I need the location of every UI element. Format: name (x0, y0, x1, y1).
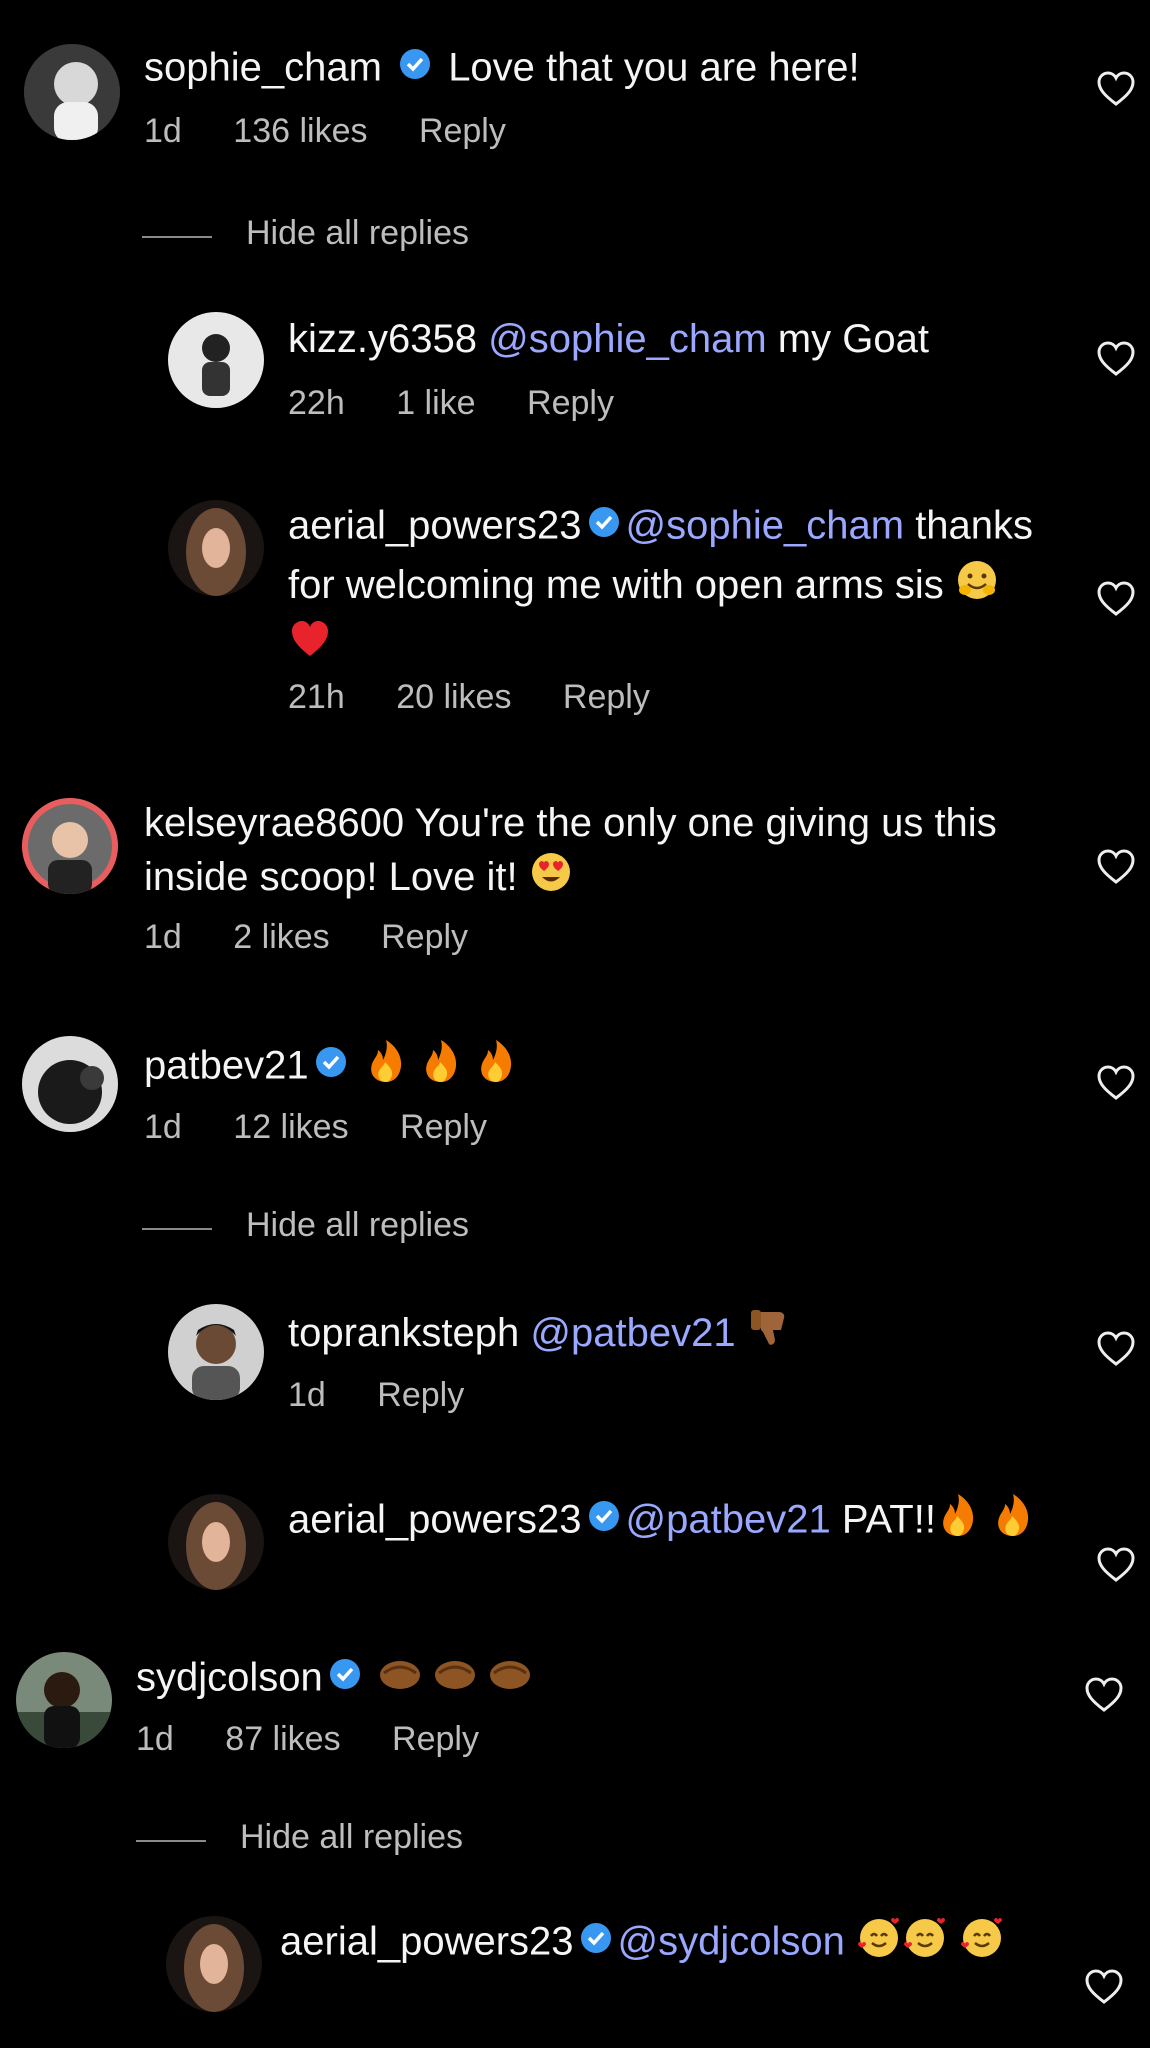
like-count[interactable]: 12 likes (233, 1108, 348, 1146)
timestamp: 1d (144, 1108, 182, 1146)
smiling-face-with-hearts-emoji-icon (856, 1914, 902, 1974)
heart-icon[interactable] (1096, 580, 1136, 620)
verified-badge-icon (315, 1038, 347, 1092)
like-count[interactable]: 136 likes (233, 112, 367, 150)
like-count[interactable]: 20 likes (396, 678, 511, 716)
avatar[interactable] (24, 44, 120, 140)
mention-link[interactable]: @sophie_cham (626, 504, 905, 548)
reply-button[interactable]: Reply (563, 678, 650, 716)
reply-button[interactable]: Reply (419, 112, 506, 150)
reply-button[interactable]: Reply (377, 1376, 464, 1414)
fire-emoji-icon (936, 1492, 980, 1552)
avatar[interactable] (22, 1036, 118, 1132)
heart-eyes-emoji-icon (529, 850, 573, 908)
timestamp: 22h (288, 384, 345, 422)
avatar[interactable] (168, 1494, 264, 1590)
verified-badge-icon (580, 1914, 612, 1968)
verified-badge-icon (588, 498, 620, 552)
username[interactable]: sydjcolson (136, 1656, 323, 1700)
comment-text: my Goat (777, 317, 929, 361)
avatar[interactable] (16, 1652, 112, 1748)
reply-button[interactable]: Reply (381, 918, 468, 956)
clapping-hands-emoji-icon (378, 1653, 422, 1707)
avatar[interactable] (168, 1304, 264, 1400)
fire-emoji-icon (474, 1038, 518, 1098)
reply-button[interactable]: Reply (527, 384, 614, 422)
red-heart-emoji-icon (288, 617, 332, 675)
avatar[interactable] (168, 500, 264, 596)
timestamp: 1d (144, 112, 182, 150)
verified-badge-icon (399, 40, 431, 94)
username[interactable]: topranksteph (288, 1311, 519, 1355)
timestamp: 1d (288, 1376, 326, 1414)
heart-icon[interactable] (1096, 1330, 1136, 1370)
fire-emoji-icon (991, 1492, 1035, 1552)
comment-text: PAT!! (841, 1497, 936, 1542)
username[interactable]: aerial_powers23 (288, 1498, 582, 1542)
divider (136, 1840, 206, 1842)
timestamp: 21h (288, 678, 345, 716)
fire-emoji-icon (419, 1038, 463, 1098)
hide-replies-button[interactable]: Hide all replies (246, 1206, 469, 1245)
username[interactable]: kelseyrae8600 (144, 801, 404, 845)
mention-link[interactable]: @patbev21 (530, 1311, 735, 1355)
mention-link[interactable]: @sydjcolson (618, 1920, 845, 1964)
verified-badge-icon (329, 1650, 361, 1704)
divider (142, 236, 212, 238)
username[interactable]: patbev21 (144, 1044, 309, 1088)
like-count[interactable]: 2 likes (233, 918, 329, 956)
heart-icon[interactable] (1096, 1546, 1136, 1586)
like-count[interactable]: 1 like (396, 384, 475, 422)
smiling-face-with-hearts-emoji-icon (959, 1914, 1005, 1974)
username[interactable]: aerial_powers23 (280, 1920, 574, 1964)
username[interactable]: sophie_cham (144, 46, 382, 90)
clapping-hands-emoji-icon (488, 1653, 532, 1707)
heart-icon[interactable] (1096, 70, 1136, 110)
comment-text: Love that you are here! (448, 45, 860, 90)
hide-replies-button[interactable]: Hide all replies (240, 1818, 463, 1857)
timestamp: 1d (144, 918, 182, 956)
avatar[interactable] (22, 798, 118, 894)
thumbs-down-emoji-icon (747, 1306, 791, 1364)
avatar[interactable] (168, 312, 264, 408)
username[interactable]: kizz.y6358 (288, 317, 477, 361)
heart-icon[interactable] (1084, 1968, 1124, 2008)
username[interactable]: aerial_powers23 (288, 504, 582, 548)
avatar[interactable] (166, 1916, 262, 2012)
clapping-hands-emoji-icon (433, 1653, 477, 1707)
divider (142, 1228, 212, 1230)
hugging-face-emoji-icon (955, 558, 999, 616)
heart-icon[interactable] (1096, 848, 1136, 888)
heart-icon[interactable] (1096, 1064, 1136, 1104)
smiling-face-with-hearts-emoji-icon (902, 1914, 948, 1974)
heart-icon[interactable] (1096, 340, 1136, 380)
fire-emoji-icon (364, 1038, 408, 1098)
like-count[interactable]: 87 likes (225, 1720, 340, 1758)
heart-icon[interactable] (1084, 1676, 1124, 1716)
timestamp: 1d (136, 1720, 174, 1758)
reply-button[interactable]: Reply (392, 1720, 479, 1758)
mention-link[interactable]: @sophie_cham (488, 317, 767, 361)
mention-link[interactable]: @patbev21 (626, 1498, 831, 1542)
verified-badge-icon (588, 1492, 620, 1546)
hide-replies-button[interactable]: Hide all replies (246, 214, 469, 253)
reply-button[interactable]: Reply (400, 1108, 487, 1146)
